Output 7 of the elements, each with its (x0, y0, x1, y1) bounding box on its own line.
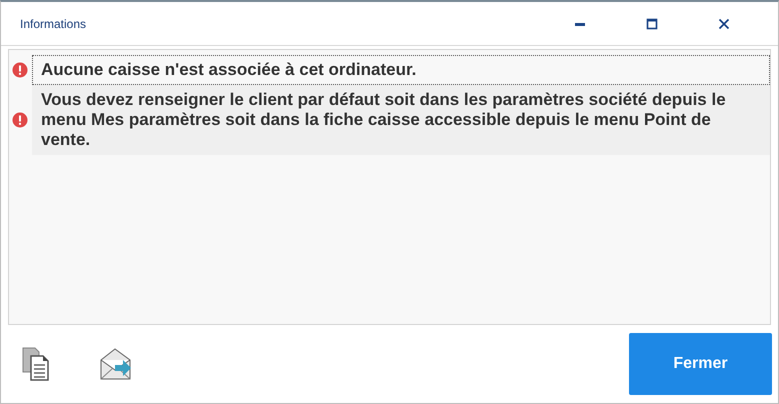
message-text[interactable]: Vous devez renseigner le client par défaut soit dans les paramètres société depuis le menu Mes paramètres soit dans la fiche caisse accessible depuis le menu Point de vente. (32, 85, 770, 155)
close-icon[interactable] (718, 18, 730, 30)
error-icon (12, 112, 28, 128)
close-button[interactable]: Fermer (629, 333, 772, 395)
window-title: Informations (20, 16, 86, 30)
error-icon (12, 62, 28, 78)
maximize-icon[interactable] (646, 18, 658, 30)
